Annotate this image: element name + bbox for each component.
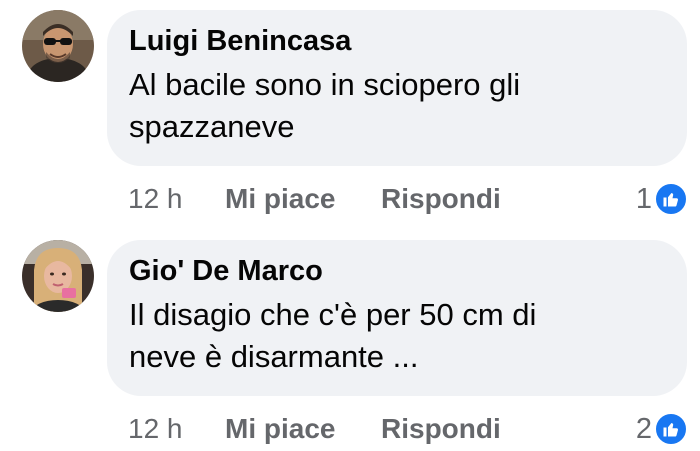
- like-button[interactable]: Mi piace: [225, 182, 335, 216]
- comment-timestamp[interactable]: 12 h: [128, 412, 183, 446]
- comment-bubble: Gio' De Marco Il disagio che c'è per 50 …: [107, 240, 687, 396]
- comment-author[interactable]: Luigi Benincasa: [129, 24, 665, 58]
- thumbs-up-icon: [654, 182, 688, 216]
- comment-text-line: Al bacile sono in sciopero gli: [129, 67, 521, 102]
- reply-button[interactable]: Rispondi: [381, 182, 501, 216]
- comment-bubble: Luigi Benincasa Al bacile sono in sciope…: [107, 10, 687, 166]
- like-button[interactable]: Mi piace: [225, 412, 335, 446]
- comment-text-line: spazzaneve: [129, 109, 295, 144]
- reaction-summary[interactable]: 1: [636, 182, 688, 216]
- comment-author[interactable]: Gio' De Marco: [129, 254, 665, 288]
- reaction-summary[interactable]: 2: [636, 412, 688, 446]
- comment-timestamp[interactable]: 12 h: [128, 182, 183, 216]
- avatar[interactable]: [22, 240, 94, 312]
- thumbs-up-icon: [654, 412, 688, 446]
- comment-text-line: neve è disarmante ...: [129, 339, 419, 374]
- reaction-count: 1: [635, 183, 652, 215]
- comment-text: Al bacile sono in sciopero gli spazzanev…: [129, 64, 665, 148]
- reply-button[interactable]: Rispondi: [381, 412, 501, 446]
- avatar[interactable]: [22, 10, 94, 82]
- reaction-count: 2: [635, 413, 652, 445]
- comment-text: Il disagio che c'è per 50 cm di neve è d…: [129, 294, 665, 378]
- comment-text-line: Il disagio che c'è per 50 cm di: [129, 297, 537, 332]
